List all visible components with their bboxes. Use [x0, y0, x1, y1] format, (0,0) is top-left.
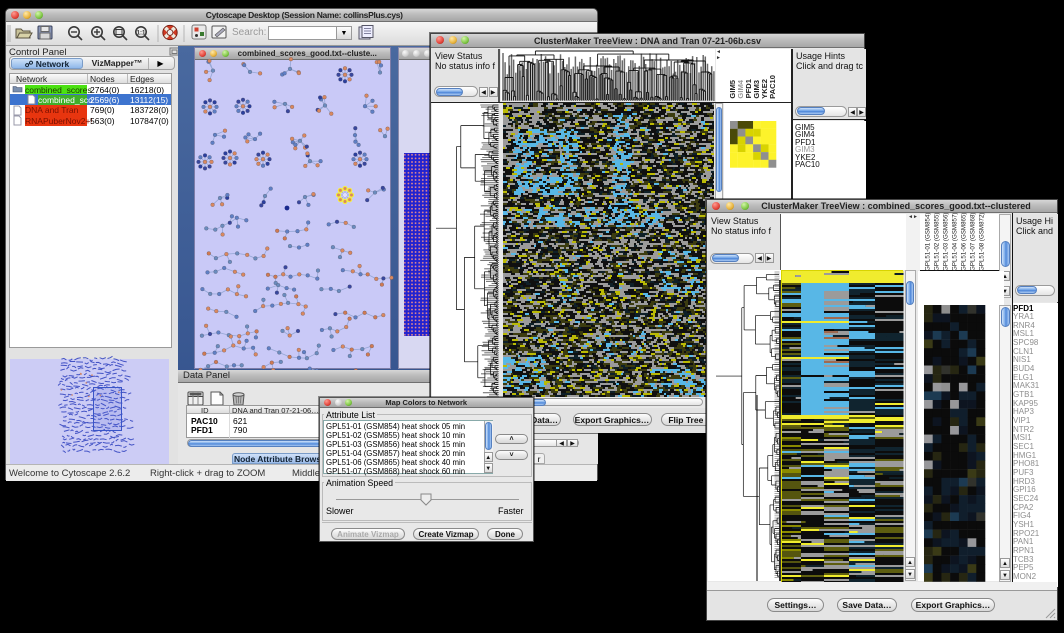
svg-text:1:1: 1:1 [137, 31, 146, 37]
svg-text:GPL51-01 (GSM854): GPL51-01 (GSM854) [925, 212, 932, 270]
svg-text:GPL51-06 (GSM865): GPL51-06 (GSM865) [961, 212, 968, 270]
svg-text:GPL51-07 (GSM868): GPL51-07 (GSM868) [970, 212, 977, 270]
svg-text:GPL51-03 (GSM856): GPL51-03 (GSM856) [943, 212, 950, 270]
svg-text:GPL51-04 (GSM857): GPL51-04 (GSM857) [952, 212, 959, 270]
svg-text:GPL51-08 (GSM872): GPL51-08 (GSM872) [979, 212, 986, 270]
svg-text:GPL51-02 (GSM855): GPL51-02 (GSM855) [934, 212, 941, 270]
